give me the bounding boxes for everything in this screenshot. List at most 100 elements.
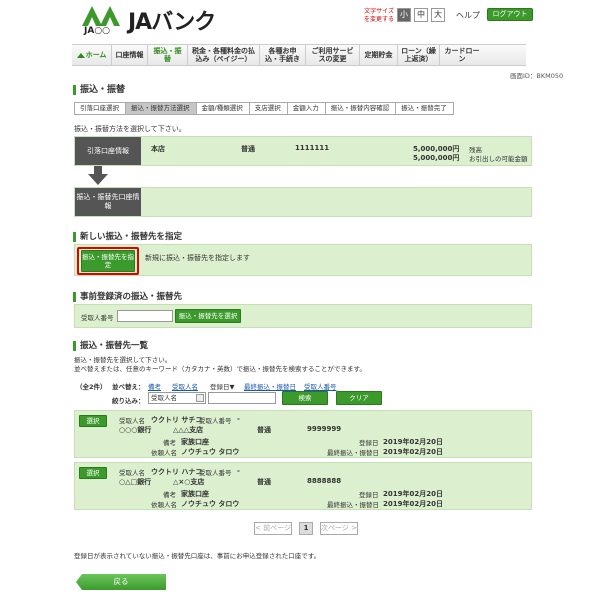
recipient-name-label: 受取人名	[119, 417, 145, 425]
sort-label: 並べ替え：	[112, 383, 145, 391]
step-item: 振込・振替完了	[395, 102, 454, 115]
account-type: 普通	[257, 426, 271, 434]
bank-name: ○△□銀行	[119, 478, 152, 486]
arrow-shaft	[94, 166, 102, 174]
note-label: 備考	[163, 491, 176, 499]
nav-loan[interactable]: ローン（繰上返済）	[398, 45, 440, 65]
nav-home[interactable]: ホーム	[72, 45, 112, 65]
branch-name: △×○支店	[173, 478, 205, 486]
filter-keyword-input[interactable]	[208, 392, 276, 404]
account-number: 1111111	[295, 144, 330, 152]
account-number: 8888888	[307, 477, 342, 485]
client-name: ノウチュウ タロウ	[181, 500, 240, 508]
recipient-number-input[interactable]	[117, 310, 173, 322]
destination-row: 選択 受取人名 ウクトリ ハナコ 受取人番号 - ○△□銀行 △×○支店 普通 …	[74, 462, 532, 510]
recipient-number-label: 受取人番号	[199, 469, 232, 477]
specify-destination-button[interactable]: 振込・振替先を指定	[81, 250, 135, 272]
back-button[interactable]: 戻る	[76, 574, 166, 590]
filter-select[interactable]: 受取人名	[148, 392, 206, 404]
registered-destination-title: 事前登録済の振込・振替先	[73, 292, 182, 302]
sort-by-last-date[interactable]: 最終振込・振替日	[244, 381, 296, 391]
step-item: 金額/種類選択	[195, 102, 250, 115]
bank-name: ○○○銀行	[119, 426, 152, 434]
recipient-name-label: 受取人名	[119, 469, 145, 477]
reg-date: 2019年02月20日	[383, 438, 443, 446]
nav-label: ご利用サービスの変更	[311, 47, 354, 63]
debit-account-label: 引落口座情報	[75, 137, 141, 165]
client-name-label: 依頼人名	[151, 501, 177, 509]
note-label: 備考	[163, 439, 176, 447]
prev-page-button[interactable]: < 前ページ	[254, 522, 292, 535]
prev-page-label: 前ページ	[263, 524, 291, 532]
new-destination-panel: 振込・振替先を指定 新規に振込・振替先を指定します	[74, 244, 532, 276]
recipient-name: ウクトリ サチコ	[151, 416, 203, 424]
nav-label: 各種お申込・手続き	[265, 47, 300, 63]
font-size-small-button[interactable]: 小	[397, 8, 411, 22]
step-item-current: 振込・振替方法選択	[125, 102, 197, 115]
reg-date: 2019年02月20日	[383, 490, 443, 498]
nav-time-deposit[interactable]: 定期貯金	[360, 45, 398, 65]
help-link[interactable]: ヘルプ	[456, 10, 480, 21]
main-nav: ホーム 口座情報 振込・振替 税金・各種料金の払込み（ペイジー） 各種お申込・手…	[72, 44, 526, 66]
account-type: 普通	[241, 145, 255, 153]
note-value: 家族口座	[181, 490, 209, 498]
available-label: お引出しの可能金額	[469, 155, 528, 163]
screen-id: 画面ID：BKM050	[510, 72, 564, 80]
down-arrow-icon	[88, 174, 108, 185]
header: JAバンク JA○○ 文字サイズを変更する 小 中 大 ヘルプ ログアウト	[0, 0, 600, 44]
clear-button[interactable]: クリア	[336, 391, 382, 405]
nav-label: 税金・各種料金の払込み（ペイジー）	[192, 47, 255, 63]
nav-home-label: ホーム	[85, 51, 107, 59]
list-desc-2: 並べ替えまたは、任意のキーワード（カタカナ・英数）で振込・振替先を検索することが…	[74, 365, 366, 373]
new-destination-title: 新しい振込・振替先を指定	[73, 232, 182, 242]
nav-label: 振込・振替	[153, 47, 182, 63]
recipient-number-label: 受取人番号	[81, 314, 114, 322]
home-icon	[76, 52, 85, 58]
nav-label: ローン（繰上返済）	[401, 47, 436, 63]
account-branch: 本店	[151, 145, 165, 153]
sort-by-reg-date[interactable]: 登録日▼	[210, 381, 235, 391]
sort-by-name[interactable]: 受取人名	[172, 381, 198, 391]
step-item: 金額入力	[286, 102, 326, 115]
recipient-name: ウクトリ ハナコ	[151, 468, 203, 476]
recipient-number-label: 受取人番号	[199, 417, 232, 425]
current-page: 1	[299, 522, 313, 535]
footer-note: 登録日が表示されていない振込・振替先口座は、事前にお申込登録された口座です。	[74, 552, 321, 560]
next-page-button[interactable]: 次ページ >	[320, 522, 358, 535]
nav-payeasy[interactable]: 税金・各種料金の払込み（ペイジー）	[188, 45, 260, 65]
chevron-down-icon	[196, 394, 204, 402]
sort-by-number[interactable]: 受取人番号	[304, 381, 337, 391]
recipient-number: -	[237, 415, 240, 423]
account-number: 9999999	[307, 425, 342, 433]
client-name-label: 依頼人名	[151, 449, 177, 457]
nav-label: カードローン	[444, 47, 480, 63]
step-item: 引落口座選択	[74, 102, 126, 115]
destination-account-panel: 振込・振替先口座情報	[74, 187, 532, 217]
next-page-label: 次ページ	[321, 524, 349, 532]
search-button[interactable]: 検索	[282, 391, 328, 405]
font-size-medium-button[interactable]: 中	[414, 8, 428, 22]
account-type: 普通	[257, 478, 271, 486]
select-destination-button[interactable]: 振込・振替先を選択	[175, 309, 241, 323]
reg-date-label: 登録日	[359, 439, 379, 447]
nav-service-change[interactable]: ご利用サービスの変更	[306, 45, 360, 65]
nav-card-loan[interactable]: カードローン	[440, 45, 484, 65]
filter-select-value: 受取人名	[151, 394, 177, 402]
font-size-large-button[interactable]: 大	[431, 8, 445, 22]
select-row-button[interactable]: 選択	[79, 467, 107, 479]
sort-by-note[interactable]: 備考	[148, 381, 161, 391]
destination-row: 選択 受取人名 ウクトリ サチコ 受取人番号 - ○○○銀行 △△△支店 普通 …	[74, 410, 532, 458]
client-name: ノウチュウ タロウ	[181, 448, 240, 456]
result-count: （全2件）	[76, 383, 107, 391]
step-item: 支店選択	[248, 102, 288, 115]
nav-transfer[interactable]: 振込・振替	[148, 45, 188, 65]
nav-account-info[interactable]: 口座情報	[112, 45, 148, 65]
last-date: 2019年02月20日	[383, 448, 443, 456]
last-date: 2019年02月20日	[383, 500, 443, 508]
select-row-button[interactable]: 選択	[79, 415, 107, 427]
destination-account-label: 振込・振替先口座情報	[75, 188, 141, 216]
logo-text: JAバンク	[128, 10, 216, 35]
nav-applications[interactable]: 各種お申込・手続き	[260, 45, 306, 65]
ja-logo-icon	[82, 6, 120, 26]
logout-button[interactable]: ログアウト	[487, 8, 533, 21]
